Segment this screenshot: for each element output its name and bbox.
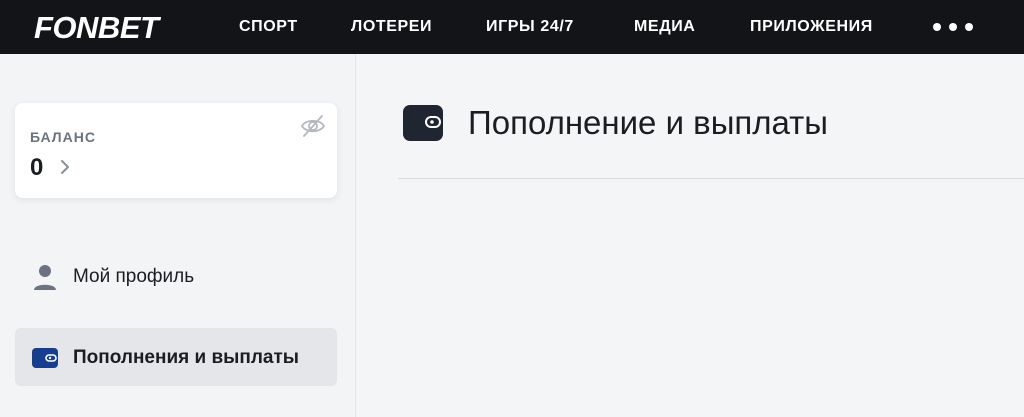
- main-nav: СПОРТ ЛОТЕРЕИ ИГРЫ 24/7 МЕДИА ПРИЛОЖЕНИЯ: [0, 0, 1024, 54]
- sidebar-item-label: Мой профиль: [73, 266, 195, 287]
- nav-item-media[interactable]: МЕДИА: [634, 18, 695, 36]
- divider: [398, 178, 1024, 179]
- nav-item-apps[interactable]: ПРИЛОЖЕНИЯ: [750, 18, 873, 36]
- more-dot: [965, 23, 973, 31]
- account-sidebar: БАЛАНС 0 Мой профиль Пополнения и выплат…: [0, 54, 356, 417]
- wallet-icon: [32, 348, 58, 368]
- page-title: Пополнение и выплаты: [468, 104, 829, 141]
- chevron-right-icon[interactable]: [59, 159, 71, 175]
- top-navigation-bar: FONBET СПОРТ ЛОТЕРЕИ ИГРЫ 24/7 МЕДИА ПРИ…: [0, 0, 1024, 54]
- sidebar-item-profile[interactable]: Мой профиль: [15, 247, 337, 305]
- main-content: Пополнение и выплаты: [356, 54, 1024, 417]
- balance-value: 0: [30, 154, 44, 181]
- balance-label: БАЛАНС: [30, 129, 96, 145]
- nav-item-games[interactable]: ИГРЫ 24/7: [486, 18, 574, 36]
- nav-item-lotteries[interactable]: ЛОТЕРЕИ: [351, 18, 432, 36]
- user-icon: [34, 265, 56, 290]
- balance-card[interactable]: БАЛАНС 0: [15, 103, 337, 198]
- wallet-icon: [403, 105, 443, 141]
- more-dots-icon[interactable]: [933, 18, 973, 36]
- nav-item-sport[interactable]: СПОРТ: [239, 18, 298, 36]
- sidebar-item-label: Пополнения и выплаты: [73, 347, 300, 368]
- more-dot: [949, 23, 957, 31]
- eye-off-icon[interactable]: [299, 113, 327, 139]
- more-dot: [933, 23, 941, 31]
- sidebar-item-payments[interactable]: Пополнения и выплаты: [15, 328, 337, 386]
